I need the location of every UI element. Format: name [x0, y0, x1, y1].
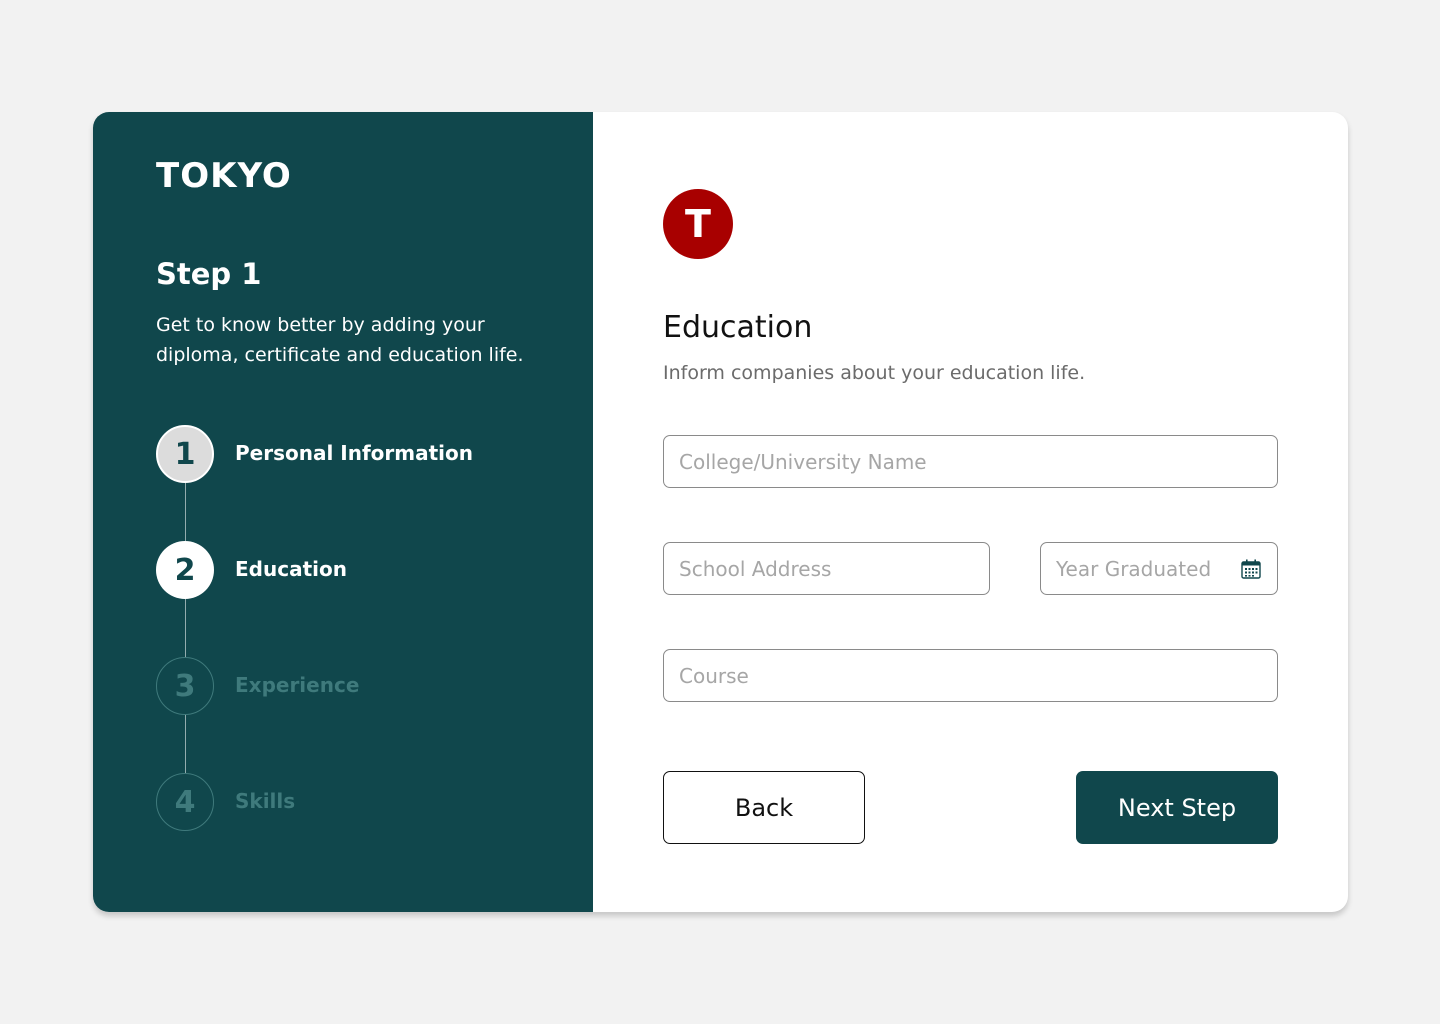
- letter-t-icon: T: [685, 204, 711, 244]
- stepper-item-personal-information[interactable]: 1 Personal Information: [156, 425, 556, 483]
- college-field: [663, 435, 1278, 488]
- school-address-field: [663, 542, 990, 595]
- course-input[interactable]: [664, 650, 1277, 701]
- education-form: T Education Inform companies about your …: [593, 112, 1348, 912]
- step-description: Get to know better by adding your diplom…: [156, 314, 524, 366]
- step-number-badge: 4: [156, 773, 214, 831]
- stepper-item-skills[interactable]: 4 Skills: [156, 773, 556, 831]
- step-title: Step 1: [156, 257, 262, 291]
- stepper-connector: [185, 482, 186, 802]
- next-step-button[interactable]: Next Step: [1076, 771, 1278, 844]
- school-address-input[interactable]: [664, 543, 989, 594]
- tokyo-logo: TOKYO: [156, 156, 292, 196]
- step-label: Experience: [235, 673, 360, 697]
- course-field: [663, 649, 1278, 702]
- step-label: Skills: [235, 789, 296, 813]
- step-number-badge: 3: [156, 657, 214, 715]
- college-input[interactable]: [664, 436, 1277, 487]
- form-title: Education: [663, 310, 813, 345]
- stepper-item-experience[interactable]: 3 Experience: [156, 657, 556, 715]
- sidebar: TOKYO Step 1 Get to know better by addin…: [93, 112, 593, 912]
- back-button[interactable]: Back: [663, 771, 865, 844]
- stepper-item-education[interactable]: 2 Education: [156, 541, 556, 599]
- form-subtitle: Inform companies about your education li…: [663, 362, 1086, 384]
- calendar-icon[interactable]: [1241, 559, 1261, 579]
- step-number-badge: 1: [156, 425, 214, 483]
- year-graduated-field: [1040, 542, 1278, 595]
- step-label: Personal Information: [235, 441, 473, 465]
- onboarding-card: TOKYO Step 1 Get to know better by addin…: [93, 112, 1348, 912]
- step-number-badge: 2: [156, 541, 214, 599]
- brand-badge-icon: T: [663, 189, 733, 259]
- svg-text:T: T: [685, 204, 711, 244]
- step-label: Education: [235, 557, 347, 581]
